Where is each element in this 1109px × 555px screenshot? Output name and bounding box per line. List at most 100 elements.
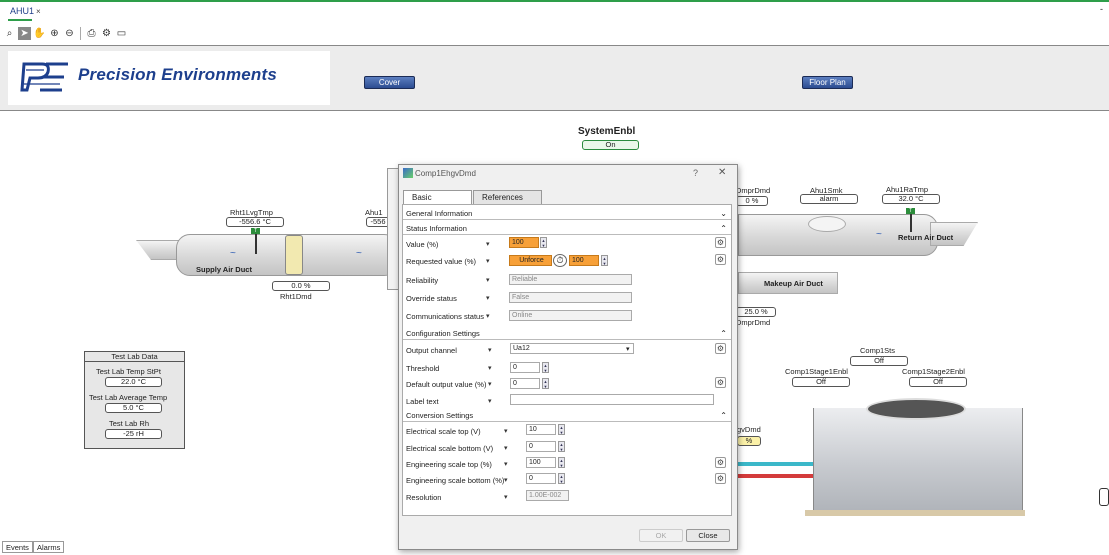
threshold-spinner[interactable]: ▲ ▼ [542, 362, 549, 373]
test-lab-avg-label: Test Lab Average Temp [89, 393, 168, 402]
value-field[interactable]: 100 [509, 237, 539, 248]
resolution-label: Resolution [406, 493, 442, 502]
rht1dmd-value[interactable]: 0.0 % [272, 281, 330, 291]
comp1stage2-value[interactable]: Off [909, 377, 967, 387]
threshold-field[interactable]: 0 [510, 362, 540, 373]
escb-dropdown-icon[interactable]: ▾ [504, 444, 508, 452]
airflow-icon-2: ~ [356, 248, 362, 259]
makeup-dmpr-value[interactable]: 25.0 % [736, 307, 776, 317]
ahu1-ratmp-value[interactable]: 32.0 °C [882, 194, 940, 204]
rht1lvg-value[interactable]: -556.6 °C [226, 217, 284, 227]
default-settings-icon[interactable]: ⚙ [715, 377, 726, 388]
ahu1-smk-value[interactable]: alarm [800, 194, 858, 204]
side-panel-toggle-icon[interactable] [1099, 488, 1109, 506]
comp1stage1-label: Comp1Stage1Enbl [785, 367, 848, 376]
escb-field[interactable]: 0 [526, 441, 556, 452]
binoculars-icon[interactable]: ⌕ [3, 27, 16, 40]
override-select: False [509, 292, 632, 303]
print-settings-icon[interactable]: ⚙ [100, 27, 113, 40]
tab-references[interactable]: References [473, 190, 542, 204]
system-enbl-value[interactable]: On [582, 140, 639, 150]
value-spinner[interactable]: ▲ ▼ [540, 237, 547, 248]
default-spinner[interactable]: ▲ ▼ [542, 378, 549, 389]
close-button[interactable]: Close [686, 529, 730, 542]
resolution-field: 1.00E-002 [526, 490, 569, 501]
engt-field[interactable]: 100 [526, 457, 556, 468]
chevron-up-icon[interactable]: ⌃ [720, 328, 727, 339]
test-lab-avg-value[interactable]: 5.0 °C [105, 403, 162, 413]
preview-icon[interactable]: ▭ [115, 27, 128, 40]
timer-icon[interactable]: ⏱ [553, 254, 567, 267]
esct-spinner[interactable]: ▲ ▼ [558, 424, 565, 435]
zoom-in-icon[interactable]: ⊕ [48, 27, 61, 40]
dialog-close-icon[interactable]: ✕ [718, 167, 726, 178]
section-conversion[interactable]: Conversion Settings ⌃ [403, 410, 731, 422]
ok-button[interactable]: OK [639, 529, 683, 542]
value-dropdown-icon[interactable]: ▾ [486, 240, 490, 248]
chevron-down-icon[interactable]: ▾ [626, 345, 630, 353]
comm-dropdown-icon[interactable]: ▾ [486, 312, 490, 320]
egv-dmd-label: gvDmd [737, 425, 761, 434]
requested-value-field[interactable]: 100 [569, 255, 599, 266]
hand-icon[interactable]: ✋ [33, 27, 46, 40]
threshold-dropdown-icon[interactable]: ▾ [488, 364, 492, 372]
condenser-base [805, 510, 1025, 516]
chevron-down-icon[interactable]: ⌄ [720, 208, 727, 219]
requested-settings-icon[interactable]: ⚙ [715, 254, 726, 265]
system-enbl-label: SystemEnbl [578, 126, 636, 137]
requested-dropdown-icon[interactable]: ▾ [486, 257, 490, 265]
events-tab[interactable]: Events [2, 541, 33, 553]
cover-button[interactable]: Cover [364, 76, 415, 89]
floor-plan-button[interactable]: Floor Plan [802, 76, 853, 89]
engb-dropdown-icon[interactable]: ▾ [504, 476, 508, 484]
default-dropdown-icon[interactable]: ▾ [488, 380, 492, 388]
test-lab-stpt-value[interactable]: 22.0 °C [105, 377, 162, 387]
tab-basic[interactable]: Basic [403, 190, 472, 204]
rht1lvg-label: Rht1LvgTmp [230, 208, 273, 217]
section-status[interactable]: Status Information ⌃ [403, 223, 731, 235]
default-output-field[interactable]: 0 [510, 378, 540, 389]
chevron-up-icon[interactable]: ⌃ [720, 410, 727, 421]
alarms-tab[interactable]: Alarms [33, 541, 65, 553]
print-icon[interactable]: ⎙ [85, 27, 98, 40]
test-lab-rh-value[interactable]: -25 rH [105, 429, 162, 439]
engb-spinner[interactable]: ▲ ▼ [558, 473, 565, 484]
engt-spinner[interactable]: ▲ ▼ [558, 457, 565, 468]
help-icon[interactable]: ? [693, 168, 698, 178]
zoom-out-icon[interactable]: ⊖ [63, 27, 76, 40]
channel-settings-icon[interactable]: ⚙ [715, 343, 726, 354]
tab-close-icon[interactable]: × [36, 7, 41, 16]
tab-ahu1[interactable]: AHU1 [10, 6, 34, 16]
labeltext-dropdown-icon[interactable]: ▾ [488, 397, 492, 405]
minimize-button[interactable]: - [1100, 4, 1103, 14]
esct-field[interactable]: 10 [526, 424, 556, 435]
dmpr-dmd-value[interactable]: 0 % [736, 196, 768, 206]
comp1sts-value[interactable]: Off [850, 356, 908, 366]
escb-spinner[interactable]: ▲ ▼ [558, 441, 565, 452]
resolution-dropdown-icon[interactable]: ▾ [504, 493, 508, 501]
engt-dropdown-icon[interactable]: ▾ [504, 460, 508, 468]
section-config[interactable]: Configuration Settings ⌃ [403, 328, 731, 340]
rht1dmd-label: Rht1Dmd [280, 292, 312, 301]
ahu1-ratmp-label: Ahu1RaTmp [886, 185, 929, 194]
requested-spinner[interactable]: ▲ ▼ [601, 255, 608, 266]
value-settings-icon[interactable]: ⚙ [715, 237, 726, 248]
section-general[interactable]: General Information ⌄ [403, 208, 731, 220]
label-text-field[interactable] [510, 394, 714, 405]
reliability-dropdown-icon[interactable]: ▾ [486, 276, 490, 284]
egv-dmd-value[interactable]: % [737, 436, 761, 446]
engb-field[interactable]: 0 [526, 473, 556, 484]
engb-settings-icon[interactable]: ⚙ [715, 473, 726, 484]
esct-dropdown-icon[interactable]: ▾ [504, 427, 508, 435]
ahu1-partial-label: Ahu1 [365, 208, 383, 217]
chevron-up-icon[interactable]: ⌃ [720, 223, 727, 234]
channel-dropdown-icon[interactable]: ▾ [488, 346, 492, 354]
unforce-button[interactable]: Unforce [509, 255, 552, 266]
comp1stage1-value[interactable]: Off [792, 377, 850, 387]
pointer-icon[interactable]: ➤ [18, 27, 31, 40]
output-channel-select[interactable]: Ua12 [510, 343, 634, 354]
test-lab-title: Test Lab Data [84, 351, 185, 362]
engt-settings-icon[interactable]: ⚙ [715, 457, 726, 468]
override-dropdown-icon[interactable]: ▾ [486, 294, 490, 302]
toolbar: ⌕ ➤ ✋ ⊕ ⊖ ⎙ ⚙ ▭ [3, 27, 128, 41]
